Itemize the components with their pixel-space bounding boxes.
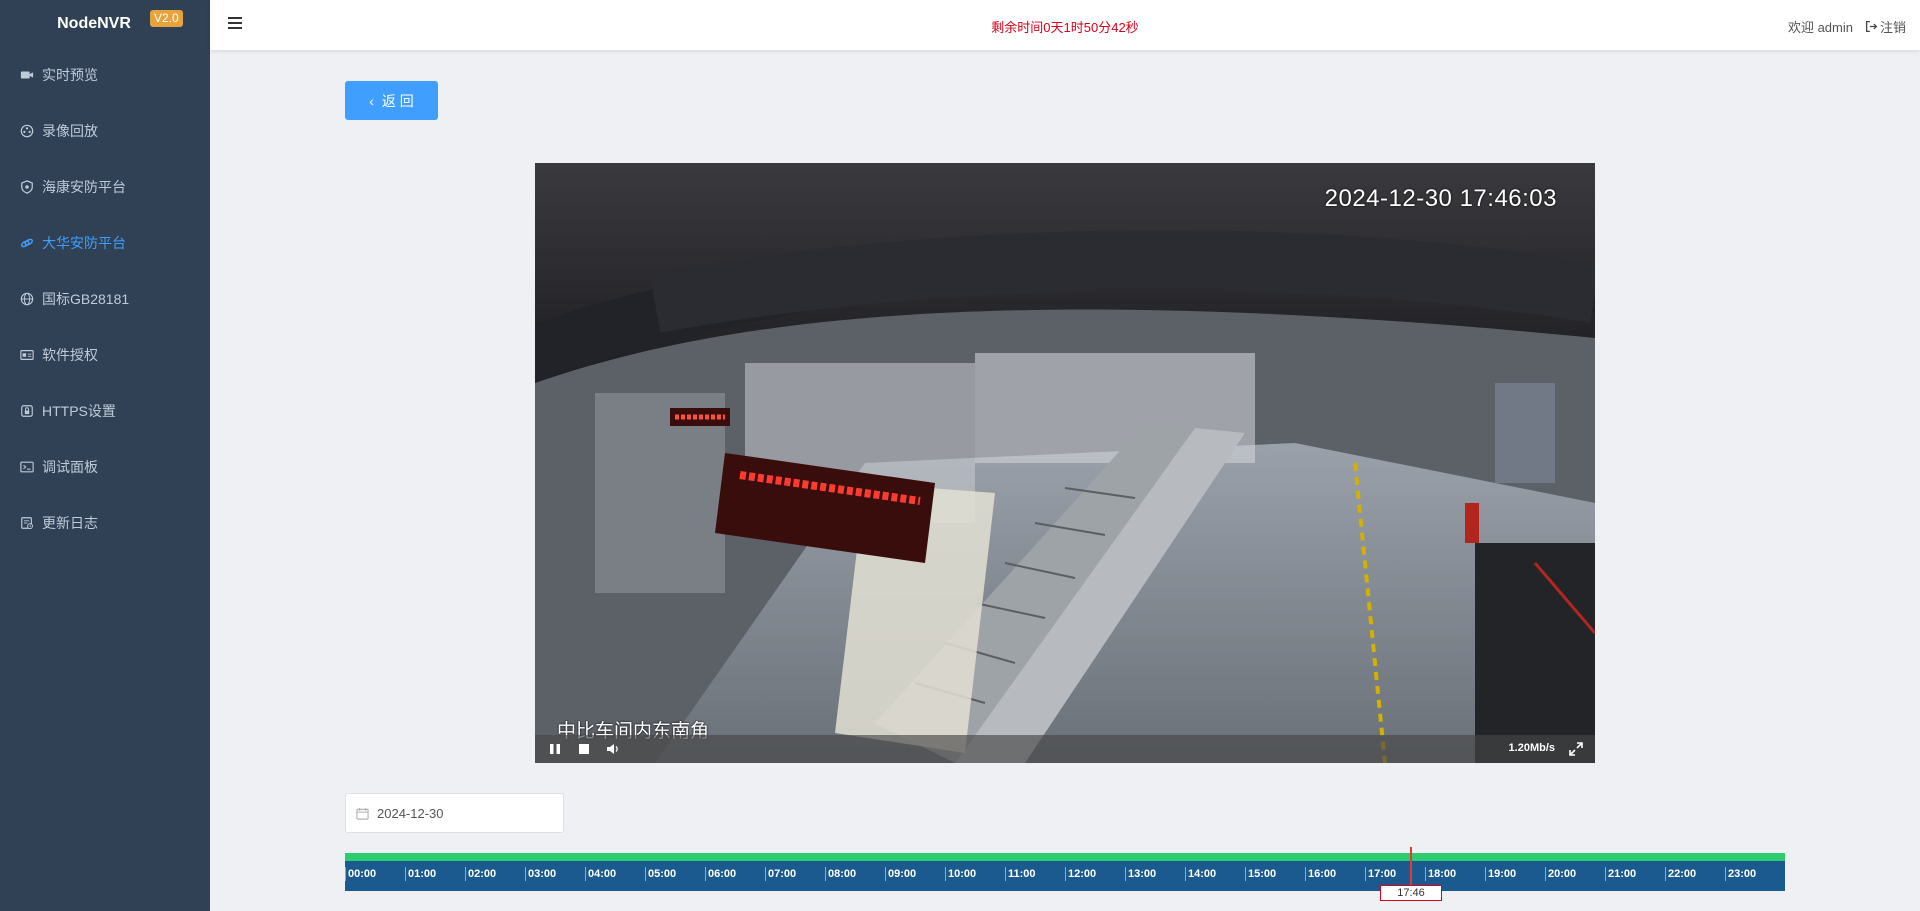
logout-icon bbox=[1865, 20, 1878, 33]
timeline-hour-label: 21:00 bbox=[1605, 867, 1665, 881]
sidebar-item-label: 实时预览 bbox=[42, 67, 98, 83]
timeline-hour-label: 08:00 bbox=[825, 867, 885, 881]
welcome-text: 欢迎 admin bbox=[1787, 20, 1853, 35]
volume-icon bbox=[607, 744, 618, 754]
version-badge: V2.0 bbox=[150, 10, 183, 27]
timeline-hour-label: 06:00 bbox=[705, 867, 765, 881]
video-player[interactable]: 2024-12-30 17:46:03 中比车间内东南角 1.20Mb/s bbox=[535, 163, 1595, 763]
globe-icon bbox=[20, 292, 34, 306]
sidebar-item-label: 国标GB28181 bbox=[42, 291, 130, 307]
pause-icon bbox=[550, 744, 560, 754]
sidebar-item-label: 软件授权 bbox=[42, 347, 98, 363]
stop-icon bbox=[579, 744, 589, 754]
calendar-icon bbox=[356, 807, 369, 820]
timeline-hour-label: 13:00 bbox=[1125, 867, 1185, 881]
timeline-hour-label: 15:00 bbox=[1245, 867, 1305, 881]
logout-button[interactable]: 注销 bbox=[1865, 17, 1906, 36]
sidebar-item-changelog[interactable]: 更新日志 bbox=[0, 495, 210, 551]
timeline-hour-label: 12:00 bbox=[1065, 867, 1125, 881]
date-picker[interactable]: 2024-12-30 bbox=[345, 793, 564, 833]
sidebar-item-label: 海康安防平台 bbox=[42, 179, 126, 195]
camera-icon bbox=[20, 68, 34, 82]
chevron-left-icon: ‹ bbox=[369, 92, 374, 109]
timeline-hour-label: 22:00 bbox=[1665, 867, 1725, 881]
top-header: 剩余时间0天1时50分42秒 欢迎 admin 注销 bbox=[210, 0, 1920, 50]
sidebar-item-dahua[interactable]: 大华安防平台 bbox=[0, 215, 210, 271]
timeline-hour-label: 20:00 bbox=[1545, 867, 1605, 881]
timeline-hour-label: 05:00 bbox=[645, 867, 705, 881]
sidebar: NodeNVR V2.0 实时预览 录像回放 海康安防平台 大华安防平台 国标G… bbox=[0, 0, 210, 911]
pause-button[interactable] bbox=[547, 741, 563, 757]
timeline-hour-ticks: 00:00 01:00 02:00 03:00 04:00 05:00 06:00 07:00… bbox=[345, 867, 1785, 883]
sidebar-item-label: 更新日志 bbox=[42, 515, 98, 531]
timeline-hour-label: 17:00 bbox=[1365, 867, 1425, 881]
sidebar-item-label: 录像回放 bbox=[42, 123, 98, 139]
sidebar-item-https[interactable]: HTTPS设置 bbox=[0, 383, 210, 439]
timeline-hour-label: 00:00 bbox=[345, 867, 405, 881]
remaining-time: 剩余时间0天1时50分42秒 bbox=[991, 20, 1139, 35]
terminal-icon bbox=[20, 460, 34, 474]
brand-name: NodeNVR bbox=[57, 14, 131, 32]
license-icon bbox=[20, 348, 34, 362]
timeline-hour-label: 02:00 bbox=[465, 867, 525, 881]
timeline-cursor[interactable] bbox=[1410, 847, 1412, 889]
brand: NodeNVR V2.0 bbox=[0, 0, 210, 47]
sidebar-item-license[interactable]: 软件授权 bbox=[0, 327, 210, 383]
osd-timestamp: 2024-12-30 17:46:03 bbox=[1324, 185, 1557, 212]
stop-button[interactable] bbox=[576, 741, 592, 757]
camera-feed-image bbox=[535, 163, 1595, 763]
sidebar-item-playback[interactable]: 录像回放 bbox=[0, 103, 210, 159]
fullscreen-icon[interactable] bbox=[1569, 742, 1583, 756]
bitrate-readout: 1.20Mb/s bbox=[1508, 742, 1555, 754]
timeline-hour-label: 23:00 bbox=[1725, 867, 1785, 881]
date-value: 2024-12-30 bbox=[377, 805, 444, 821]
video-controls: 1.20Mb/s bbox=[535, 735, 1595, 763]
volume-button[interactable] bbox=[605, 741, 621, 757]
timeline-ruler[interactable]: 00:00 01:00 02:00 03:00 04:00 05:00 06:00 07:00… bbox=[345, 847, 1785, 901]
back-button-label: 返 回 bbox=[381, 92, 414, 109]
timeline-hour-label: 10:00 bbox=[945, 867, 1005, 881]
timeline-hour-label: 03:00 bbox=[525, 867, 585, 881]
timeline-hour-label: 14:00 bbox=[1185, 867, 1245, 881]
sidebar-item-label: HTTPS设置 bbox=[42, 403, 116, 419]
timeline-hour-label: 04:00 bbox=[585, 867, 645, 881]
timeline-hour-label: 11:00 bbox=[1005, 867, 1065, 881]
sidebar-item-hikvision[interactable]: 海康安防平台 bbox=[0, 159, 210, 215]
back-button[interactable]: ‹ 返 回 bbox=[345, 81, 438, 120]
timeline-hour-label: 09:00 bbox=[885, 867, 945, 881]
log-icon bbox=[20, 516, 34, 530]
sidebar-item-gb28181[interactable]: 国标GB28181 bbox=[0, 271, 210, 327]
sidebar-menu: 实时预览 录像回放 海康安防平台 大华安防平台 国标GB28181 软件授权 H… bbox=[0, 47, 210, 551]
shield-icon bbox=[20, 180, 34, 194]
sidebar-item-debug[interactable]: 调试面板 bbox=[0, 439, 210, 495]
link-icon bbox=[20, 236, 34, 250]
timeline-hour-label: 07:00 bbox=[765, 867, 825, 881]
timeline-hour-label: 16:00 bbox=[1305, 867, 1365, 881]
logout-label: 注销 bbox=[1879, 20, 1906, 35]
timeline-hour-label: 01:00 bbox=[405, 867, 465, 881]
playback-icon bbox=[20, 124, 34, 138]
sidebar-item-label: 调试面板 bbox=[42, 459, 98, 475]
lock-icon bbox=[20, 404, 34, 418]
sidebar-item-label: 大华安防平台 bbox=[42, 235, 126, 251]
sidebar-item-live-preview[interactable]: 实时预览 bbox=[0, 47, 210, 103]
user-area: 欢迎 admin 注销 bbox=[1788, 17, 1906, 36]
timeline-current-time: 17:46 bbox=[1380, 885, 1442, 901]
timeline-recorded-bar bbox=[345, 853, 1785, 861]
timeline-hour-label: 18:00 bbox=[1425, 867, 1485, 881]
timeline-hour-label: 19:00 bbox=[1485, 867, 1545, 881]
